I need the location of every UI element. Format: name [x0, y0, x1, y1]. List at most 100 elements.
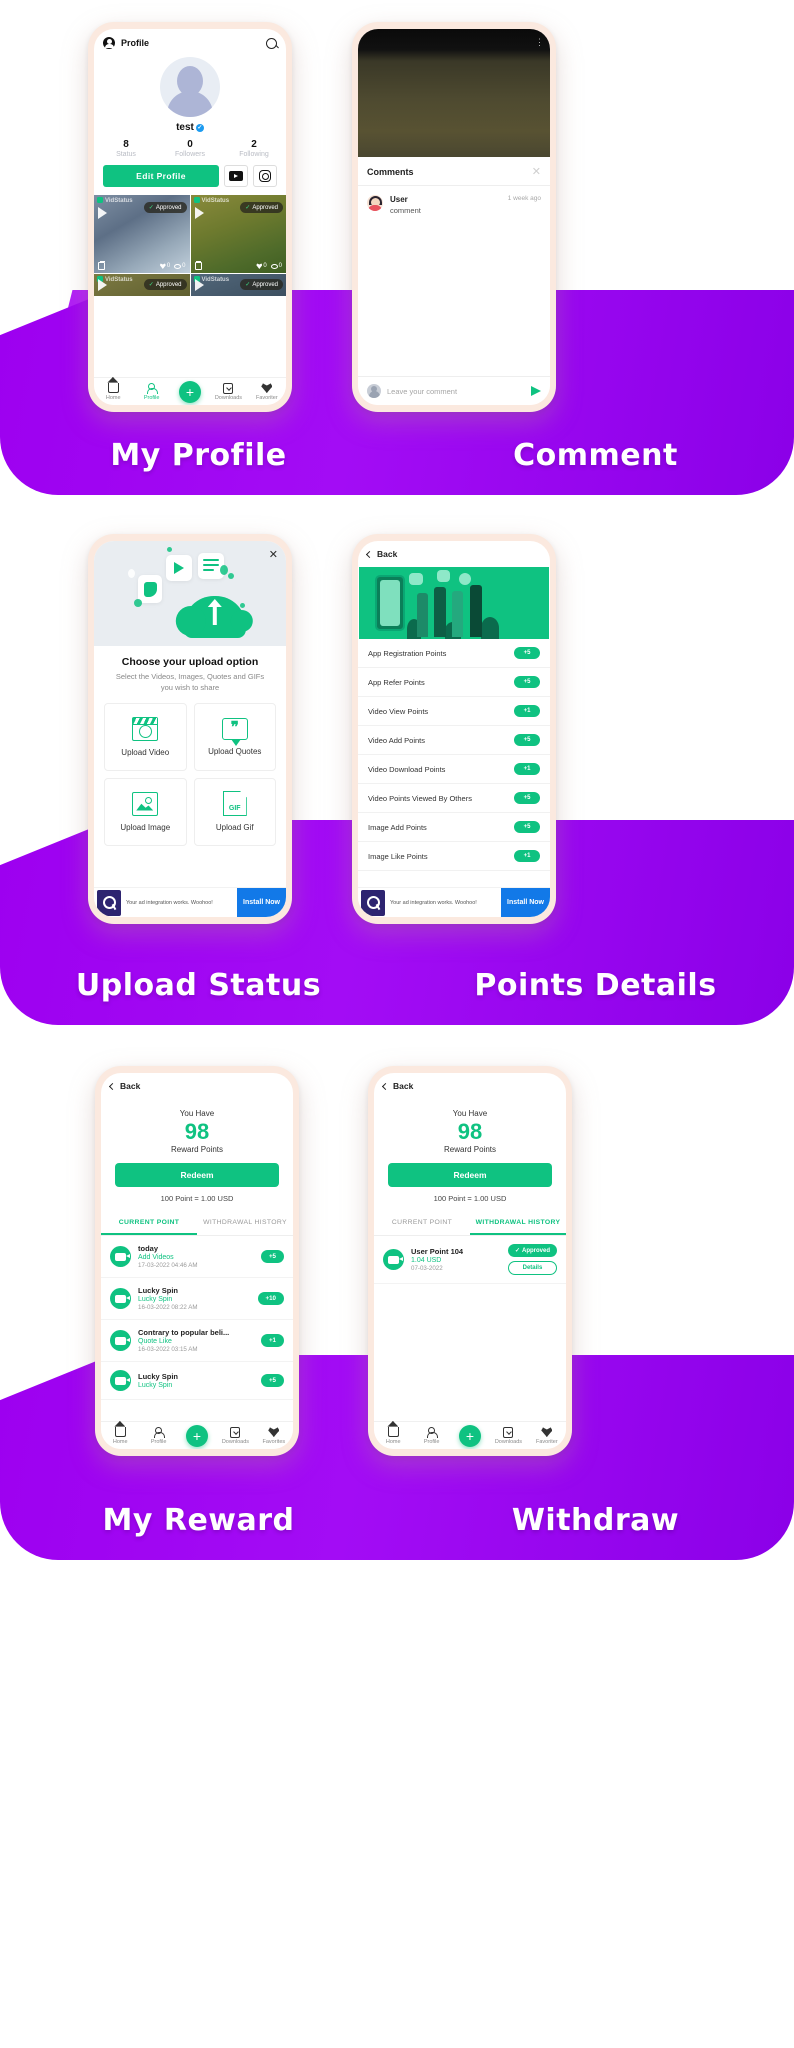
nav-item-add[interactable]: +	[178, 1424, 216, 1447]
nav-label-favorites: Favoriter	[255, 395, 278, 401]
nav-item-profile[interactable]: Profile	[132, 382, 170, 401]
points-row[interactable]: App Registration Points +5	[358, 639, 550, 668]
tab-current-point[interactable]: CURRENT POINT	[101, 1212, 197, 1236]
points-row-label: Image Add Points	[368, 822, 427, 832]
delete-icon[interactable]	[194, 260, 202, 270]
tab-withdrawal-history[interactable]: WITHDRAWAL HISTORY	[197, 1212, 293, 1235]
redeem-button[interactable]: Redeem	[115, 1163, 279, 1188]
status-badge: ✓ Approved	[240, 279, 283, 290]
nav-label-profile: Profile	[143, 395, 160, 401]
comment-text: comment	[390, 206, 421, 215]
history-row[interactable]: Contrary to popular beli... Quote Like 1…	[101, 1320, 293, 1363]
stat-followers[interactable]: 0 Followers	[158, 139, 222, 158]
back-button[interactable]: Back	[374, 1073, 566, 1099]
upload-image-option[interactable]: Upload Image	[104, 777, 187, 846]
history-value: +5	[260, 1250, 284, 1264]
points-row[interactable]: Video Points Viewed By Others +5	[358, 784, 550, 813]
tab-current-point[interactable]: CURRENT POINT	[374, 1212, 470, 1235]
nav-item-home[interactable]: Home	[94, 382, 132, 401]
heart-icon	[268, 1427, 279, 1437]
send-icon[interactable]	[531, 386, 541, 396]
upload-quotes-option[interactable]: ❞ Upload Quotes	[193, 702, 276, 771]
history-row[interactable]: today Add Videos 17-03-2022 04:46 AM +5	[101, 1236, 293, 1279]
points-row-value: +1	[514, 705, 540, 717]
media-tile[interactable]: VidStatus ✓ Approved 0 0	[190, 195, 287, 273]
plus-fab-icon[interactable]: +	[186, 1424, 209, 1447]
kebab-menu-icon[interactable]: ⋮	[535, 38, 544, 47]
history-type: Lucky Spin	[138, 1382, 173, 1390]
close-icon[interactable]: ✕	[269, 548, 278, 561]
details-button[interactable]: Details	[507, 1261, 557, 1276]
install-now-button[interactable]: Install Now	[237, 888, 286, 917]
nav-label-home: Home	[385, 1439, 401, 1445]
back-button[interactable]: Back	[358, 541, 550, 567]
nav-item-profile[interactable]: Profile	[412, 1426, 450, 1445]
withdraw-history-list: User Point 104 1.04 USD 07-03-2022 ✓ Appr…	[374, 1236, 566, 1285]
chevron-left-icon	[381, 1082, 390, 1090]
video-player[interactable]: ⋮	[358, 29, 550, 157]
ad-banner[interactable]: Your ad integration works. Woohoo! Insta…	[358, 887, 550, 917]
history-title: today	[138, 1244, 159, 1254]
upload-gif-option[interactable]: GIF Upload Gif	[193, 777, 276, 846]
play-icon	[98, 207, 107, 219]
reward-points-label: Reward Points	[170, 1145, 224, 1155]
upload-video-option[interactable]: Upload Video	[104, 702, 187, 771]
points-hero-illustration	[359, 567, 549, 639]
search-icon[interactable]	[266, 37, 277, 49]
nav-item-downloads[interactable]: Downloads	[209, 382, 247, 401]
install-now-button[interactable]: Install Now	[501, 888, 550, 917]
nav-item-home[interactable]: Home	[374, 1426, 412, 1445]
points-row[interactable]: Image Like Points +1	[358, 842, 550, 871]
ad-text: Your ad integration works. Woohoo!	[126, 899, 213, 906]
points-row[interactable]: Video Add Points +5	[358, 726, 550, 755]
edit-profile-button[interactable]: Edit Profile	[103, 165, 219, 187]
close-icon[interactable]: ✕	[532, 165, 541, 178]
comment-input[interactable]: Leave your comment	[387, 387, 531, 396]
history-type: Add Videos	[138, 1254, 174, 1262]
youtube-button[interactable]	[224, 165, 248, 187]
media-tile[interactable]: VidStatus ✓ Approved	[190, 274, 286, 296]
media-tile[interactable]: VidStatus ✓ Approved 0 0	[94, 195, 190, 273]
nav-item-favorites[interactable]: Favorites	[255, 1426, 293, 1445]
nav-item-add[interactable]: +	[451, 1424, 489, 1447]
points-list: App Registration Points +5 App Refer Poi…	[358, 639, 550, 871]
instagram-button[interactable]	[253, 165, 277, 187]
cloud-upload-icon	[175, 596, 253, 638]
history-row[interactable]: Lucky Spin Lucky Spin +5	[101, 1362, 293, 1401]
tile-footer: 0 0	[191, 260, 287, 270]
points-row-label: App Registration Points	[368, 648, 447, 658]
media-tile[interactable]: VidStatus ✓ Approved	[94, 274, 190, 296]
stat-status[interactable]: 8 Status	[94, 139, 158, 158]
back-button[interactable]: Back	[101, 1073, 293, 1099]
tab-withdrawal-history[interactable]: WITHDRAWAL HISTORY	[470, 1212, 566, 1236]
history-row[interactable]: Lucky Spin Lucky Spin 16-03-2022 08:22 A…	[101, 1278, 293, 1321]
stat-following-value: 2	[251, 139, 257, 150]
nav-item-add[interactable]: +	[171, 380, 209, 403]
nav-item-downloads[interactable]: Downloads	[489, 1426, 527, 1445]
phone-mockup-points: Back App Registration Points +5 App Refe…	[352, 534, 556, 924]
heart-icon	[541, 1427, 552, 1437]
points-row[interactable]: App Refer Points +5	[358, 668, 550, 697]
back-label: Back	[120, 1081, 141, 1091]
delete-icon[interactable]	[98, 260, 105, 270]
history-row[interactable]: User Point 104 1.04 USD 07-03-2022 ✓ Appr…	[374, 1236, 566, 1285]
plus-fab-icon[interactable]: +	[179, 380, 202, 403]
ad-banner[interactable]: Your ad integration works. Woohoo! Insta…	[94, 887, 286, 917]
home-icon	[114, 1427, 126, 1437]
plus-fab-icon[interactable]: +	[459, 1424, 482, 1447]
reward-tabs: CURRENT POINT WITHDRAWAL HISTORY	[101, 1212, 293, 1237]
nav-item-downloads[interactable]: Downloads	[216, 1426, 254, 1445]
conversion-rate: 100 Point = 1.00 USD	[433, 1194, 507, 1204]
redeem-button[interactable]: Redeem	[388, 1163, 552, 1188]
nav-item-home[interactable]: Home	[101, 1426, 139, 1445]
phone-mockup-upload: ✕ Choose your upload option Select the V…	[88, 534, 292, 924]
points-row[interactable]: Image Add Points +5	[358, 813, 550, 842]
nav-item-favorites[interactable]: Favoriter	[248, 382, 286, 401]
points-row[interactable]: Video View Points +1	[358, 697, 550, 726]
nav-label-profile: Profile	[423, 1439, 440, 1445]
stat-following[interactable]: 2 Following	[222, 139, 286, 158]
nav-item-favorites[interactable]: Favoriter	[528, 1426, 566, 1445]
points-row[interactable]: Video Download Points +1	[358, 755, 550, 784]
points-row-value: +5	[514, 792, 540, 804]
nav-item-profile[interactable]: Profile	[139, 1426, 177, 1445]
